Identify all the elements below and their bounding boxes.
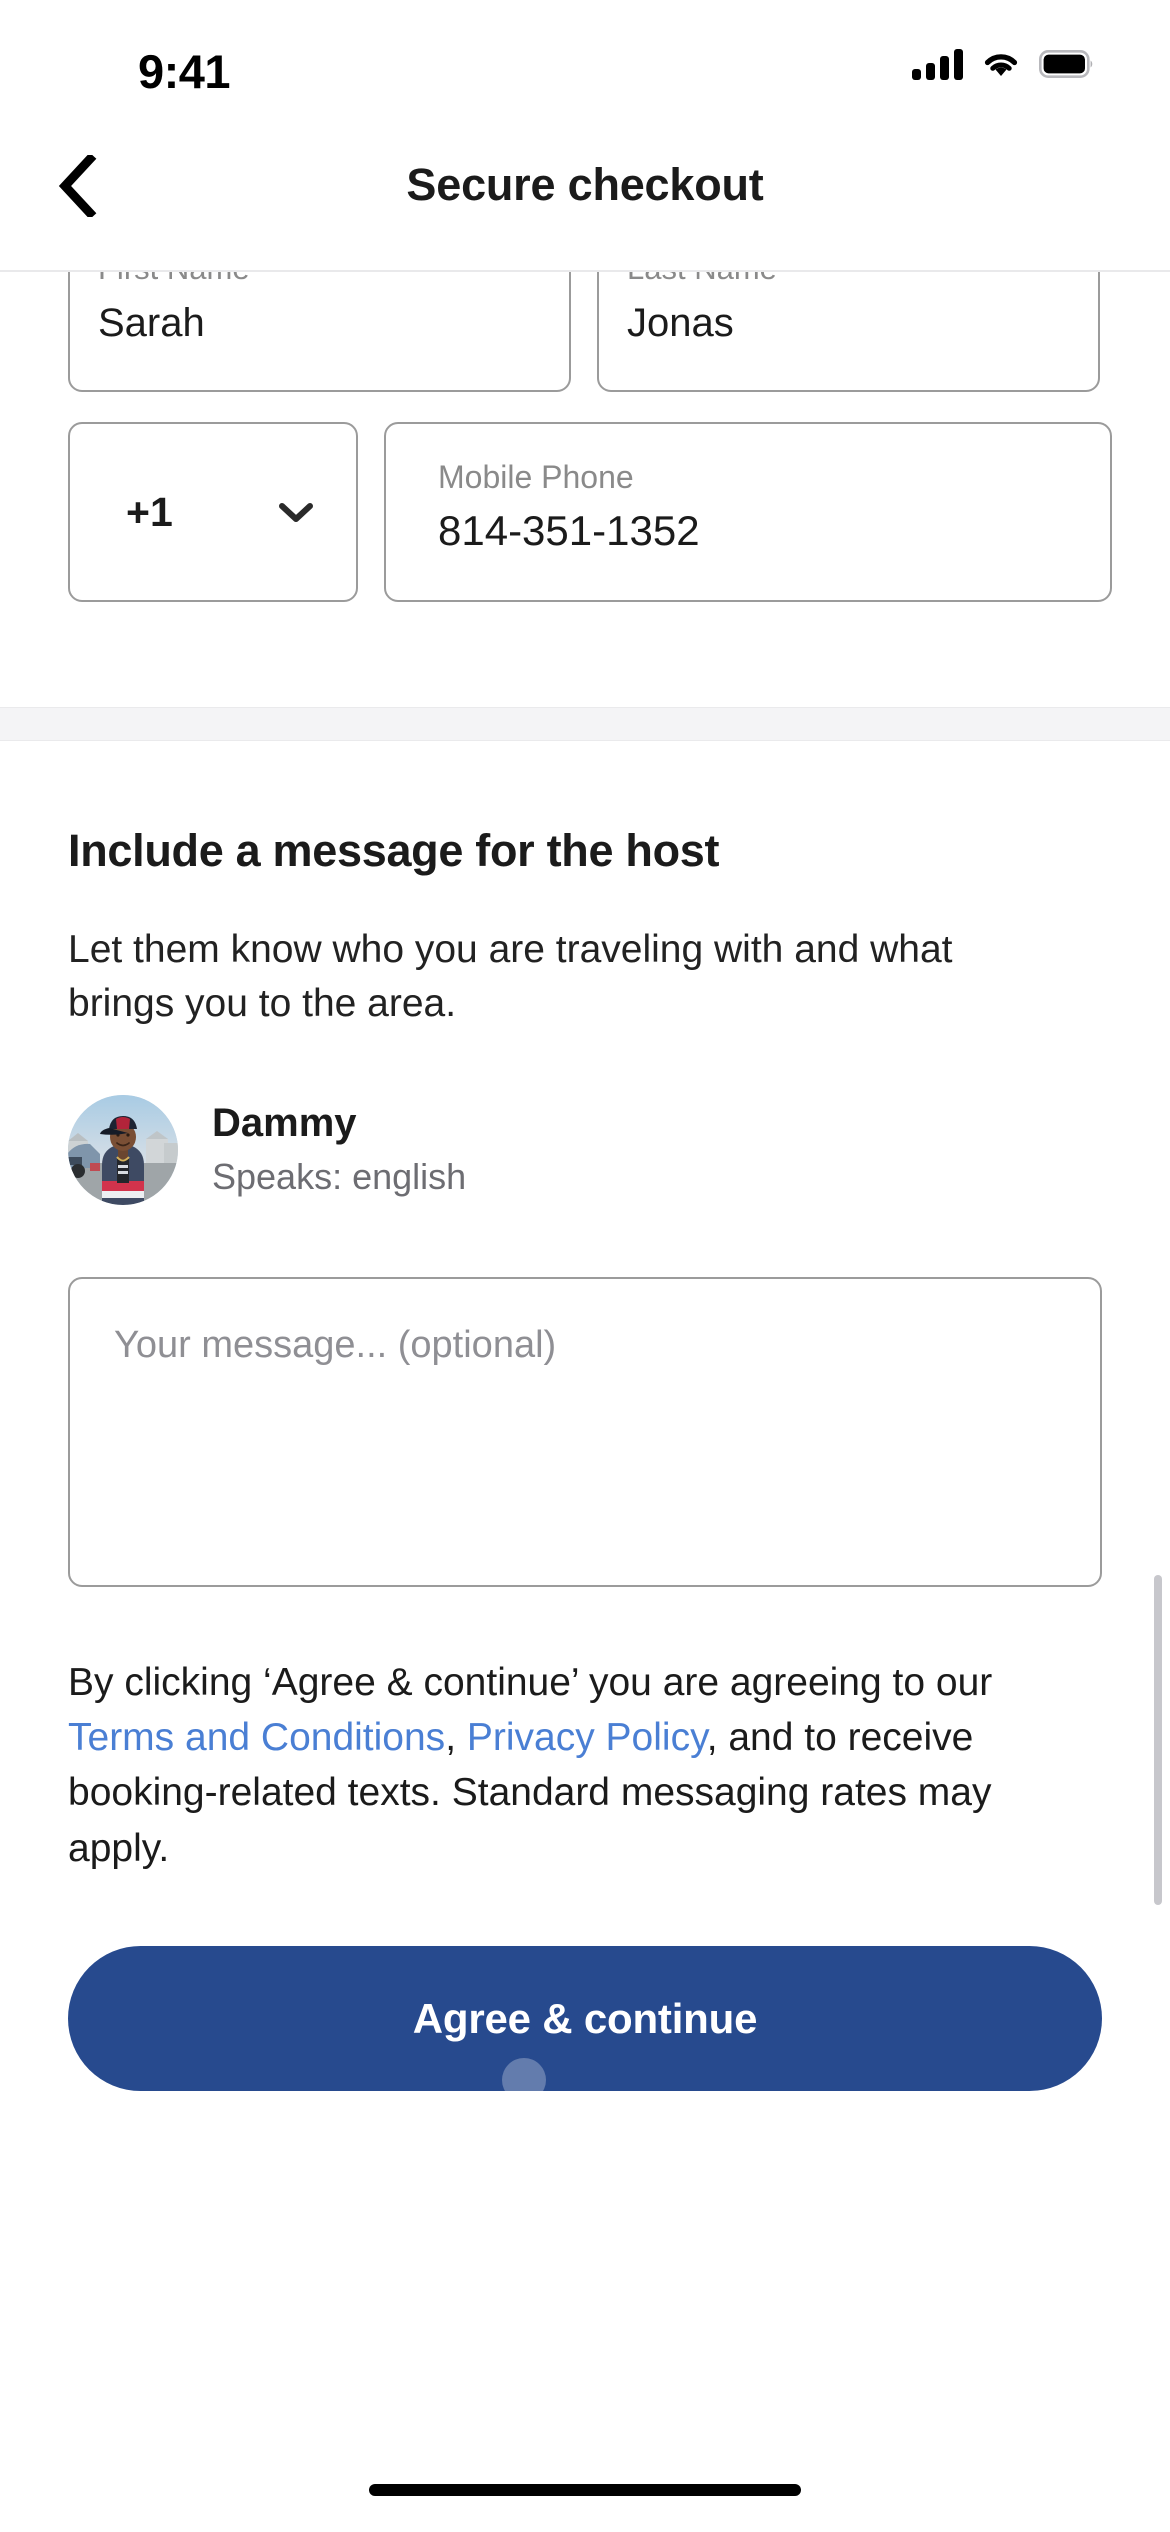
cellular-signal-icon bbox=[912, 48, 963, 80]
host-profile[interactable]: Dammy Speaks: english bbox=[68, 1094, 1102, 1205]
country-code-select[interactable]: +1 bbox=[68, 422, 358, 602]
message-textarea[interactable]: Your message... (optional) bbox=[68, 1276, 1102, 1587]
phone-screen: 9:41 Secure checkout Sarah Jonas +1 Mobi… bbox=[0, 0, 1170, 2532]
message-placeholder: Your message... (optional) bbox=[114, 1323, 557, 1366]
country-code-value: +1 bbox=[126, 488, 173, 535]
legal-text-part1: By clicking ‘Agree & continue’ you are a… bbox=[68, 1660, 993, 1704]
last-name-field[interactable]: Last Name Jonas bbox=[597, 272, 1100, 392]
wifi-icon bbox=[981, 49, 1021, 79]
mobile-phone-value: 814-351-1352 bbox=[438, 507, 700, 555]
terms-and-conditions-link[interactable]: Terms and Conditions bbox=[68, 1716, 445, 1759]
first-name-field[interactable]: First Name Sarah bbox=[68, 272, 571, 392]
legal-separator: , bbox=[445, 1716, 467, 1759]
status-time: 9:41 bbox=[138, 45, 231, 98]
cta-container: Agree & continue bbox=[0, 1876, 1170, 2103]
first-name-value: Sarah bbox=[98, 301, 205, 346]
navigation-header: Secure checkout bbox=[0, 100, 1170, 272]
host-languages: Speaks: english bbox=[212, 1156, 467, 1198]
home-indicator[interactable] bbox=[369, 2484, 801, 2496]
first-name-label: First Name bbox=[98, 272, 541, 286]
status-bar: 9:41 bbox=[0, 0, 1170, 100]
page-title: Secure checkout bbox=[406, 159, 764, 210]
chevron-down-icon bbox=[278, 501, 314, 523]
personal-info-form: First Name Sarah Last Name Jonas +1 bbox=[0, 272, 1170, 707]
battery-full-icon bbox=[1039, 50, 1095, 78]
host-name: Dammy bbox=[212, 1101, 357, 1146]
mobile-phone-label: Mobile Phone bbox=[438, 459, 634, 495]
legal-disclaimer: By clicking ‘Agree & continue’ you are a… bbox=[0, 1587, 1170, 1877]
host-info: Dammy Speaks: english bbox=[212, 1098, 466, 1201]
section-heading: Include a message for the host bbox=[68, 825, 720, 876]
status-indicators bbox=[912, 48, 1095, 80]
section-description: Let them know who you are traveling with… bbox=[68, 928, 953, 1025]
scrollbar-thumb[interactable] bbox=[1154, 1575, 1162, 1905]
mobile-phone-field[interactable]: Mobile Phone 814-351-1352 bbox=[384, 422, 1112, 602]
last-name-label: Last Name bbox=[627, 272, 1070, 286]
section-divider bbox=[0, 707, 1170, 741]
host-avatar-photo bbox=[68, 1094, 178, 1205]
phone-fields-row: +1 Mobile Phone 814-351-1352 bbox=[68, 422, 1112, 602]
last-name-value: Jonas bbox=[627, 301, 734, 346]
scroll-content[interactable]: First Name Sarah Last Name Jonas +1 bbox=[0, 272, 1170, 2532]
privacy-policy-link[interactable]: Privacy Policy bbox=[467, 1716, 707, 1759]
host-message-section: Include a message for the host Let them … bbox=[0, 741, 1170, 1587]
agree-and-continue-button[interactable]: Agree & continue bbox=[68, 1946, 1102, 2092]
name-fields-row: First Name Sarah Last Name Jonas bbox=[68, 272, 1100, 392]
